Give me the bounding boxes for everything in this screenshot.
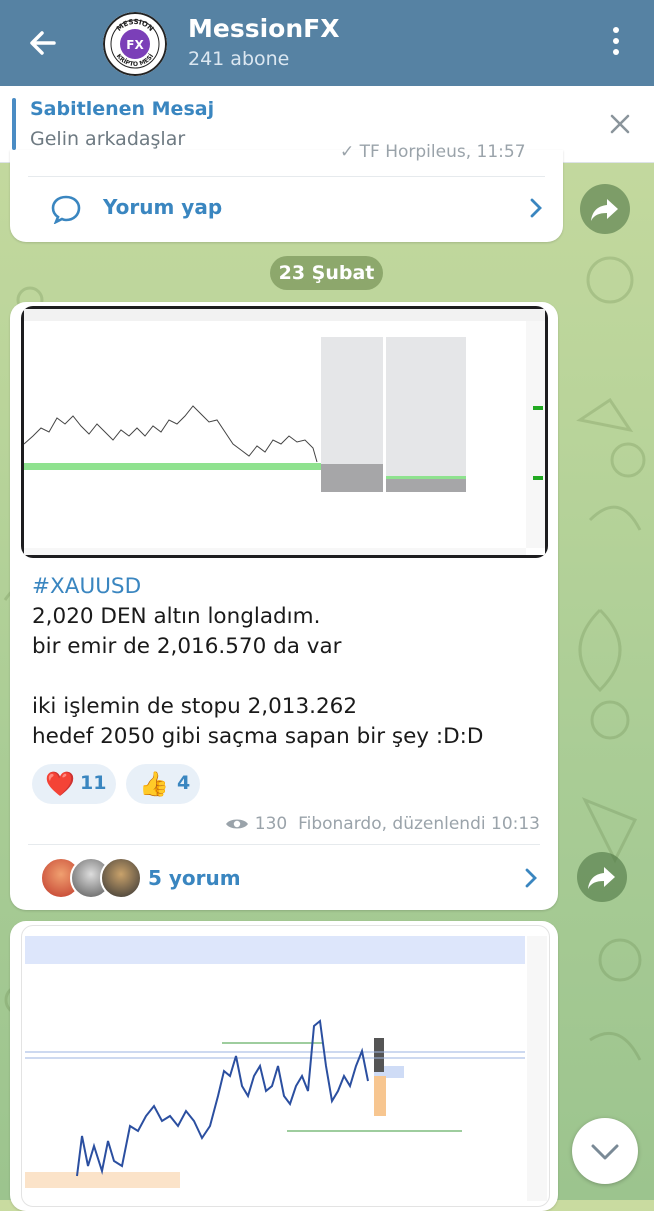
chart-screenshot-image[interactable] [21,306,548,558]
close-icon[interactable] [604,108,636,140]
comment-label: Yorum yap [103,195,223,219]
reaction-count: 4 [177,772,191,794]
chat-header: FX MESSION KRİPTO MESİ MessionFX 241 abo… [0,0,654,86]
heart-icon: ❤️ [45,770,75,798]
message-meta: 130 Fibonardo, düzenlendi 10:13 [225,814,540,834]
channel-avatar[interactable]: FX MESSION KRİPTO MESİ [103,12,167,76]
reaction-thumbs-up[interactable]: 👍 4 [126,764,200,804]
comments-count-label: 5 yorum [148,866,241,890]
scroll-to-bottom-button[interactable] [572,1118,638,1184]
message-line: iki işlemin de stopu 2,013.262 [32,694,358,719]
date-separator: 23 Şubat [270,256,383,290]
comments-button[interactable]: 5 yorum [10,844,558,908]
reaction-count: 11 [80,772,107,794]
back-arrow-icon[interactable] [22,22,64,64]
message-meta-cut: ✓ TF Horpileus, 11:57 [340,142,526,162]
eye-icon [225,819,248,829]
chevron-down-icon [591,1144,619,1160]
comment-bubble-icon [51,195,81,224]
svg-text:FX: FX [126,38,144,52]
chevron-right-icon [530,198,542,218]
share-forward-icon[interactable] [580,184,630,234]
comment-button[interactable]: Yorum yap [10,176,563,240]
avatar [100,857,142,899]
subscriber-count: 241 abone [188,48,290,70]
author-edited: Fibonardo, düzenlendi 10:13 [298,814,540,834]
message-line: 2,020 DEN altın longladım. [32,604,321,629]
hashtag-link[interactable]: #XAUUSD [32,572,483,602]
message-bubble[interactable]: #XAUUSD 2,020 DEN altın longladım. bir e… [10,302,558,910]
view-count: 130 [254,814,288,834]
message-text: #XAUUSD 2,020 DEN altın longladım. bir e… [32,572,483,752]
message-bubble-previous[interactable]: ✓ TF Horpileus, 11:57 Yorum yap [10,142,563,242]
chart-screenshot-image[interactable] [21,925,550,1207]
share-forward-icon[interactable] [577,852,627,902]
channel-logo: FX MESSION KRİPTO MESİ [103,12,167,76]
message-line [32,662,483,692]
thumbs-up-icon: 👍 [139,770,169,798]
chevron-right-icon [525,868,537,888]
pinned-title: Sabitlenen Mesaj [30,98,215,120]
pinned-text: Gelin arkadaşlar [30,128,186,150]
message-line: hedef 2050 gibi saçma sapan bir şey :D:D [32,724,484,749]
more-vertical-icon[interactable] [604,24,628,62]
message-bubble-next[interactable] [10,921,558,1211]
message-line: bir emir de 2,016.570 da var [32,634,342,659]
pinned-indicator [12,98,16,150]
channel-title[interactable]: MessionFX [188,14,340,43]
reaction-heart[interactable]: ❤️ 11 [32,764,116,804]
